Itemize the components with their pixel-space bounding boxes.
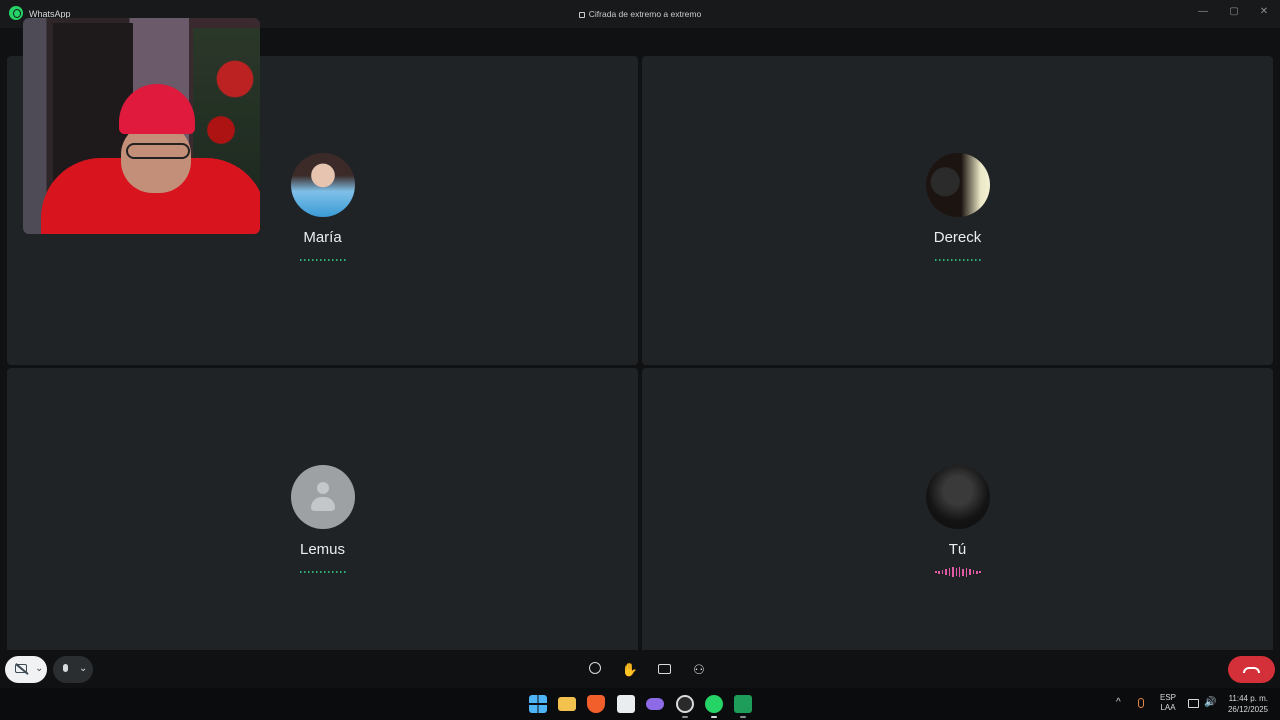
date: 26/12/2025 <box>1227 705 1268 714</box>
taskbar <box>0 688 1280 720</box>
self-video-preview[interactable] <box>23 18 260 234</box>
language-layout: LAA <box>1160 703 1176 712</box>
volume-icon[interactable]: 🔊 <box>1204 697 1216 708</box>
avatar <box>926 153 990 217</box>
call-controls <box>0 650 1280 688</box>
mic-toggle-button[interactable]: ⌄ <box>53 656 93 683</box>
mic-icon <box>63 664 68 672</box>
default-person-icon <box>291 465 355 529</box>
audio-idle-indicator <box>300 571 346 573</box>
participant-tile[interactable]: Lemus <box>7 368 638 677</box>
participant-name: Tú <box>948 541 967 558</box>
file-explorer-icon[interactable] <box>558 697 576 711</box>
excel-icon[interactable] <box>734 695 752 713</box>
reactions-button[interactable] <box>586 661 604 679</box>
participants-button[interactable]: ⚇ <box>690 661 708 679</box>
running-indicator <box>682 716 688 718</box>
people-icon: ⚇ <box>693 662 705 677</box>
participant-name: Dereck <box>933 229 982 246</box>
participant-tile[interactable]: Tú <box>642 368 1273 677</box>
lock-icon <box>578 12 585 18</box>
share-screen-button[interactable] <box>655 661 673 679</box>
speaking-indicator <box>935 567 981 577</box>
close-button[interactable]: ✕ <box>1258 6 1270 18</box>
store-icon[interactable] <box>617 695 635 713</box>
language-code: ESP <box>1160 693 1177 702</box>
maximize-button[interactable]: ▢ <box>1228 6 1240 18</box>
encryption-text: Cifrada de extremo a extremo <box>588 9 702 19</box>
running-indicator <box>711 716 717 718</box>
audio-idle-indicator <box>300 259 346 261</box>
share-screen-icon <box>657 664 671 674</box>
emoji-icon <box>589 662 601 674</box>
participant-name: Lemus <box>299 541 346 558</box>
running-indicator <box>740 716 746 718</box>
chevron-down-icon[interactable]: ⌄ <box>35 663 43 674</box>
language-indicator[interactable]: ESP LAA <box>1160 693 1176 713</box>
mic-in-use-icon[interactable] <box>1138 698 1144 708</box>
audio-idle-indicator <box>935 259 981 261</box>
camera-toggle-button[interactable]: ⌄ <box>5 656 47 683</box>
obs-icon[interactable] <box>676 695 694 713</box>
raise-hand-button[interactable]: ✋ <box>621 661 639 679</box>
whatsapp-icon[interactable] <box>705 695 723 713</box>
tray-chevron-icon[interactable]: ^ <box>1116 697 1121 708</box>
participant-tile[interactable]: Dereck <box>642 56 1273 365</box>
avatar <box>926 465 990 529</box>
avatar <box>291 153 355 217</box>
end-call-button[interactable] <box>1228 656 1275 683</box>
brave-icon[interactable] <box>587 695 605 713</box>
minimize-button[interactable]: — <box>1197 6 1209 18</box>
game-icon[interactable] <box>646 698 664 710</box>
time: 11:44 p. m. <box>1228 694 1268 703</box>
clock[interactable]: 11:44 p. m. 26/12/2025 <box>1226 693 1268 715</box>
end-call-icon <box>1243 667 1260 673</box>
chevron-down-icon[interactable]: ⌄ <box>79 663 87 674</box>
network-icon[interactable] <box>1188 699 1199 708</box>
start-icon[interactable] <box>529 695 547 713</box>
